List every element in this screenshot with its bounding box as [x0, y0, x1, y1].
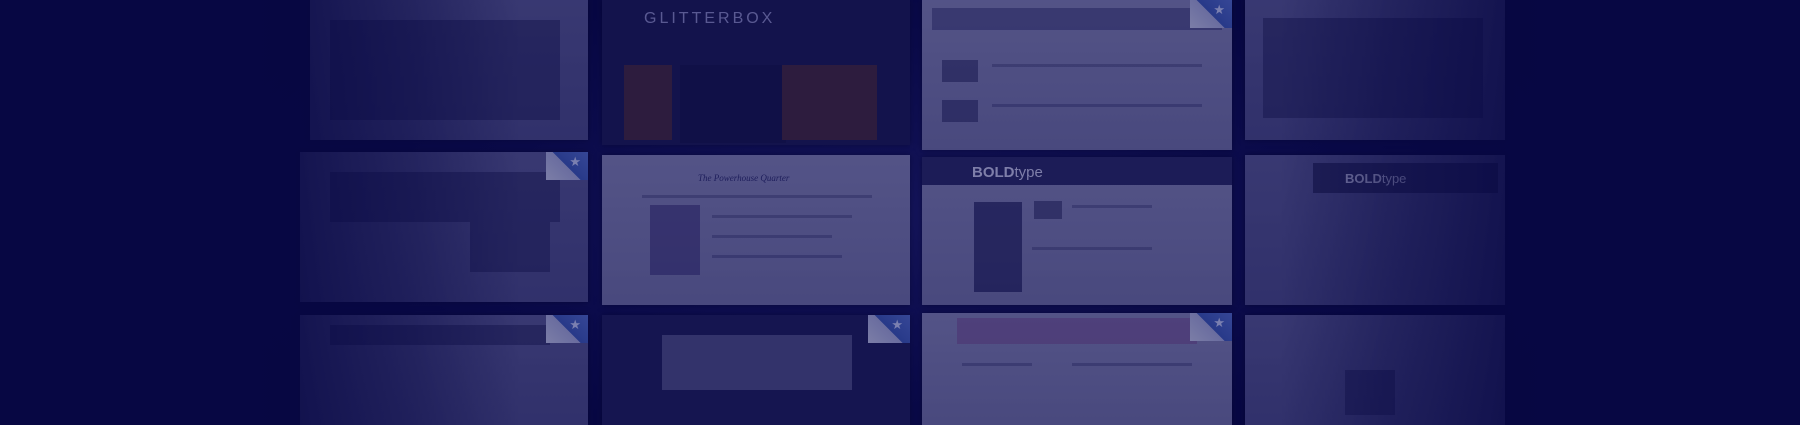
boldtype-logo-bold: BOLD	[972, 164, 1015, 181]
text-line	[1072, 363, 1192, 366]
paper-site-title: The Powerhouse Quarter	[698, 173, 790, 183]
thumbnail-tile	[1245, 315, 1505, 425]
boldtype-logo: BOLDtype	[1345, 171, 1406, 186]
image-block	[1034, 201, 1062, 219]
photo-panel	[782, 65, 877, 140]
bridge-site-thumbnail	[602, 315, 910, 425]
thumbnail-block	[330, 20, 560, 120]
page-curl-star-icon	[868, 315, 910, 343]
bridge-photo	[662, 335, 852, 390]
header-banner	[957, 318, 1197, 344]
header-bar	[330, 325, 550, 345]
boldtype-site-thumbnail: BOLDtype	[922, 157, 1232, 305]
text-line	[712, 255, 842, 258]
text-line	[992, 104, 1202, 107]
text-line	[992, 64, 1202, 67]
thumbnail-block	[1263, 18, 1483, 118]
sidebar-nav	[974, 202, 1022, 292]
image-block	[942, 60, 978, 82]
page-curl-star-icon	[1190, 313, 1232, 341]
glitterbox-site-thumbnail: GLITTERBOX	[602, 0, 910, 145]
text-line	[712, 235, 832, 238]
image-block	[942, 100, 978, 122]
photo-panel	[624, 65, 672, 140]
page-curl-star-icon	[546, 315, 588, 343]
nav-line	[642, 195, 872, 198]
header-bar	[922, 157, 1232, 185]
boldtype-logo-bold: BOLD	[1345, 171, 1382, 186]
landscape-site-thumbnail	[300, 152, 588, 302]
boldtype-logo-light: type	[1381, 171, 1407, 186]
magazine-site-thumbnail	[922, 0, 1232, 150]
thumbnail-tile	[1245, 0, 1505, 140]
text-line	[712, 215, 852, 218]
text-line	[962, 363, 1032, 366]
text-line	[1032, 247, 1152, 250]
thumbnail-tile	[310, 0, 588, 140]
text-line	[1072, 205, 1152, 208]
book-cover	[650, 205, 700, 275]
image-block	[470, 222, 550, 272]
pink-header-site-thumbnail	[922, 313, 1232, 425]
text-panel	[680, 65, 786, 143]
image-block	[1345, 370, 1395, 415]
glitterbox-logo: GLITTERBOX	[644, 10, 776, 27]
boldtype-logo: BOLDtype	[972, 164, 1043, 181]
page-curl-star-icon	[1190, 0, 1232, 28]
website-showcase-banner: GLITTERBOX The Powerhouse Quarter BOLDty…	[0, 0, 1800, 425]
page-curl-star-icon	[546, 152, 588, 180]
thumbnail-tile	[300, 315, 588, 425]
boldtype-logo-light: type	[1014, 164, 1043, 181]
header-bar	[932, 8, 1222, 30]
paper-site-thumbnail: The Powerhouse Quarter	[602, 155, 910, 305]
boldtype-site-thumbnail: BOLDtype	[1245, 155, 1505, 305]
landscape-image	[330, 172, 560, 222]
